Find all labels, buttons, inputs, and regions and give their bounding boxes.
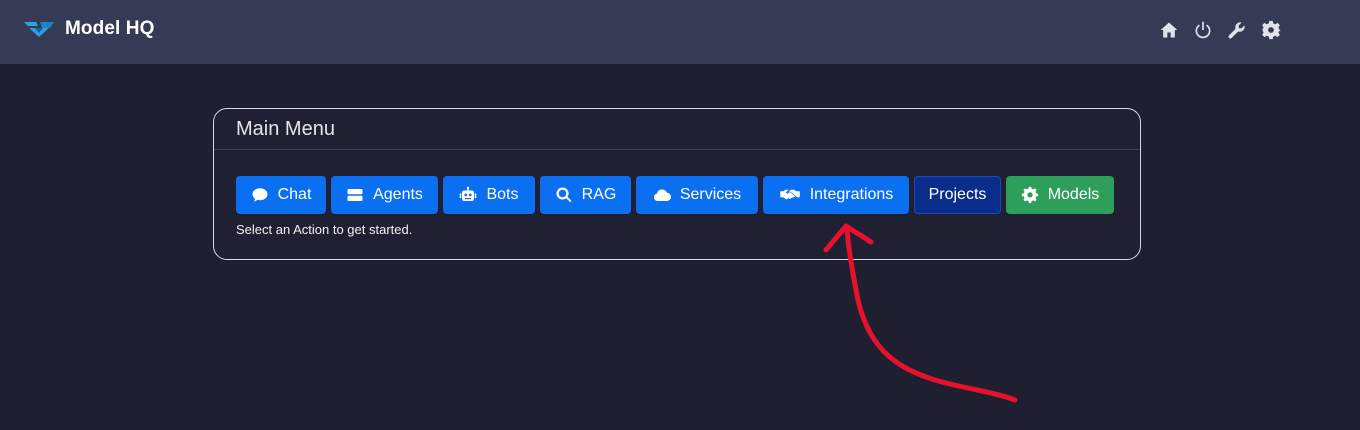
rag-button[interactable]: RAG [540, 176, 631, 214]
integrations-button-label: Integrations [809, 186, 894, 203]
bots-button-label: Bots [486, 186, 519, 203]
power-icon[interactable] [1192, 19, 1214, 41]
main-menu-hint: Select an Action to get started. [236, 222, 413, 237]
services-button-label: Services [679, 186, 742, 203]
action-button-row: Chat Agents Bots RAG Services Integratio… [236, 176, 1114, 214]
cloud-icon [653, 186, 671, 204]
chat-button[interactable]: Chat [236, 176, 326, 214]
rag-button-label: RAG [581, 186, 617, 203]
top-navbar: Model HQ [0, 0, 1360, 64]
models-button[interactable]: Models [1006, 176, 1114, 214]
integrations-button[interactable]: Integrations [763, 176, 909, 214]
handshake-icon [779, 186, 801, 204]
projects-button-label: Projects [928, 186, 987, 203]
chat-bubble-icon [251, 186, 269, 204]
services-button[interactable]: Services [636, 176, 758, 214]
main-menu-card: Main Menu Chat Agents Bots RAG Services … [213, 108, 1141, 260]
server-icon [346, 186, 364, 204]
brand[interactable]: Model HQ [24, 18, 154, 40]
models-button-label: Models [1047, 186, 1100, 203]
projects-button[interactable]: Projects [914, 176, 1001, 214]
wrench-icon[interactable] [1226, 19, 1248, 41]
search-icon [555, 186, 573, 204]
gear-hex-icon [1021, 186, 1039, 204]
gear-icon[interactable] [1260, 19, 1282, 41]
robot-icon [459, 186, 477, 204]
agents-button-label: Agents [373, 186, 423, 203]
bots-button[interactable]: Bots [443, 176, 535, 214]
agents-button[interactable]: Agents [331, 176, 438, 214]
app-title: Model HQ [65, 18, 155, 39]
home-icon[interactable] [1158, 19, 1180, 41]
model-hq-logo-icon [24, 22, 54, 37]
main-menu-title: Main Menu [214, 109, 1140, 150]
chat-button-label: Chat [277, 186, 312, 203]
